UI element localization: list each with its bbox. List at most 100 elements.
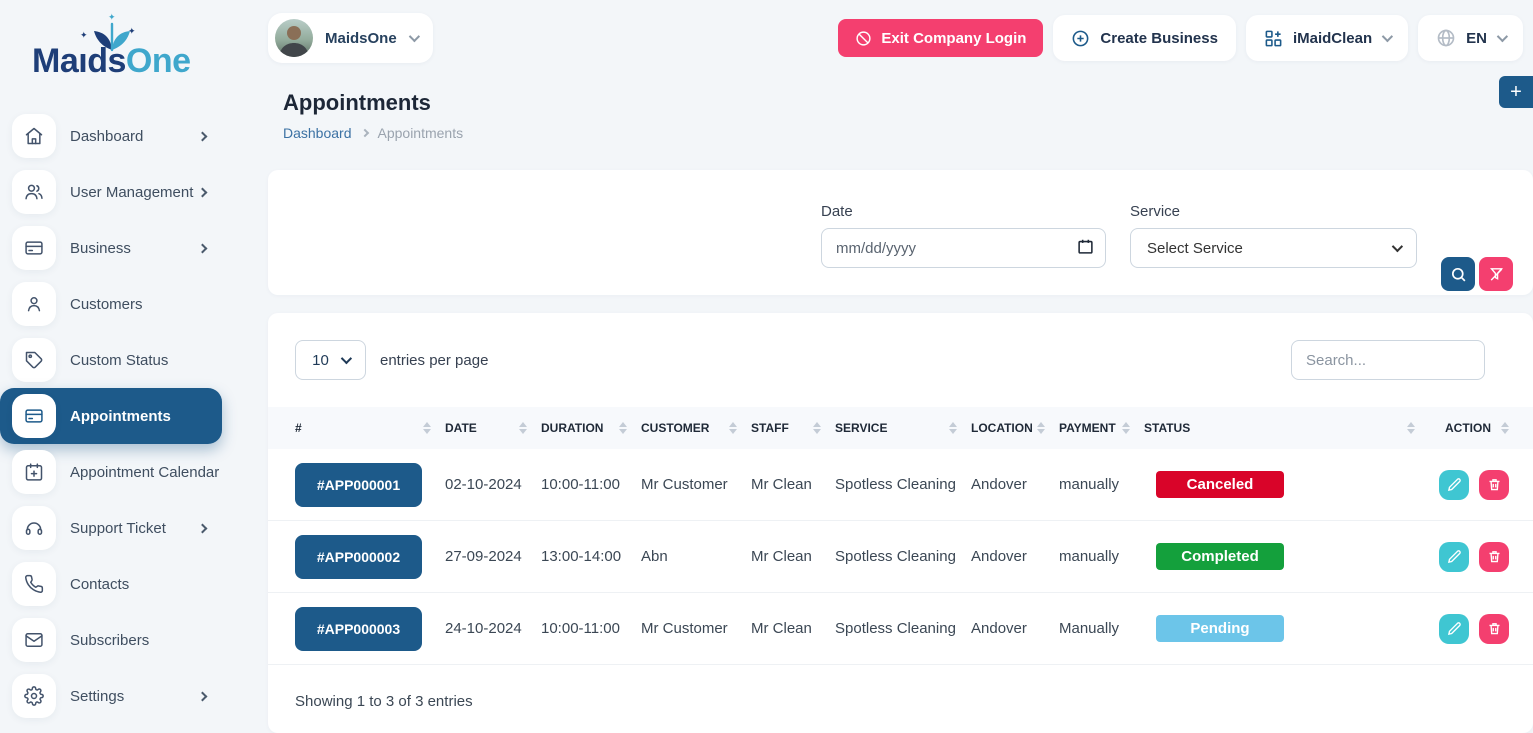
- column-header[interactable]: LOCATION: [971, 421, 1033, 435]
- sort-icon[interactable]: [619, 422, 627, 434]
- calendar-icon: [12, 450, 56, 494]
- cell-payment: manually: [1059, 548, 1144, 565]
- appointment-id-badge[interactable]: #APP000001: [295, 463, 422, 507]
- filter-panel: Date Service Select Service: [268, 170, 1533, 295]
- business-selector-menu[interactable]: iMaidClean: [1246, 15, 1408, 61]
- edit-button[interactable]: [1439, 614, 1469, 644]
- sidebar-item-appointment-calendar[interactable]: Appointment Calendar: [0, 444, 222, 500]
- gear-icon: [12, 674, 56, 718]
- trash-icon: [1487, 621, 1502, 636]
- exit-company-login-button[interactable]: Exit Company Login: [838, 19, 1043, 57]
- cell-payment: Manually: [1059, 620, 1144, 637]
- brand-logo[interactable]: MaıdsOne ✦ ✦ ✦: [0, 10, 255, 90]
- column-header[interactable]: #: [295, 421, 302, 435]
- delete-button[interactable]: [1479, 542, 1509, 572]
- sidebar-item-contacts[interactable]: Contacts: [0, 556, 222, 612]
- globe-icon: [1436, 28, 1456, 48]
- chevron-right-icon: [198, 243, 208, 253]
- entries-per-page-label: entries per page: [380, 352, 488, 369]
- sidebar-item-label: User Management: [70, 184, 193, 201]
- sort-icon[interactable]: [519, 422, 527, 434]
- edit-button[interactable]: [1439, 470, 1469, 500]
- create-business-button[interactable]: Create Business: [1053, 15, 1236, 61]
- status-badge: Pending: [1156, 615, 1284, 642]
- service-select[interactable]: Select Service: [1130, 228, 1417, 268]
- date-input[interactable]: [821, 228, 1106, 268]
- mail-icon: [12, 618, 56, 662]
- language-menu[interactable]: EN: [1418, 15, 1523, 61]
- sidebar-item-business[interactable]: Business: [0, 220, 222, 276]
- chevron-down-icon: [341, 353, 352, 364]
- breadcrumb: Dashboard Appointments: [283, 125, 1505, 141]
- chevron-right-icon: [198, 187, 208, 197]
- cell-date: 24-10-2024: [445, 620, 541, 637]
- sidebar-item-subscribers[interactable]: Subscribers: [0, 612, 222, 668]
- sort-icon[interactable]: [949, 422, 957, 434]
- sort-icon[interactable]: [813, 422, 821, 434]
- page-size-select[interactable]: 10: [295, 340, 366, 380]
- sort-icon[interactable]: [1407, 422, 1415, 434]
- sidebar-item-user-management[interactable]: User Management: [0, 164, 222, 220]
- sort-icon[interactable]: [1037, 422, 1045, 434]
- sidebar-item-label: Contacts: [70, 576, 129, 593]
- sidebar-item-dashboard[interactable]: Dashboard: [0, 108, 222, 164]
- sort-icon[interactable]: [423, 422, 431, 434]
- sidebar-item-settings[interactable]: Settings: [0, 668, 222, 724]
- trash-icon: [1487, 549, 1502, 564]
- appointment-id-badge[interactable]: #APP000002: [295, 535, 422, 579]
- app-root: MaıdsOne ✦ ✦ ✦ Dashboard User Management…: [0, 0, 1533, 733]
- user-photo-avatar: [275, 19, 313, 57]
- cell-payment: manually: [1059, 476, 1144, 493]
- column-header[interactable]: PAYMENT: [1059, 421, 1116, 435]
- ban-icon: [855, 30, 872, 47]
- cell-staff: Mr Clean: [751, 548, 835, 565]
- cell-date: 27-09-2024: [445, 548, 541, 565]
- chevron-right-icon: [198, 523, 208, 533]
- topbar: MaidsOne Exit Company Login Create Busin…: [255, 0, 1533, 76]
- sort-icon[interactable]: [729, 422, 737, 434]
- chevron-right-icon: [198, 691, 208, 701]
- sidebar-item-customers[interactable]: Customers: [0, 276, 222, 332]
- sidebar-item-label: Support Ticket: [70, 520, 166, 537]
- sidebar-item-custom-status[interactable]: Custom Status: [0, 332, 222, 388]
- service-label: Service: [1130, 203, 1417, 220]
- chevron-down-icon: [1497, 31, 1508, 42]
- filter-search-button[interactable]: [1441, 257, 1475, 291]
- column-header[interactable]: STATUS: [1144, 421, 1190, 435]
- user-menu[interactable]: MaidsOne: [268, 13, 433, 63]
- sidebar-nav: Dashboard User Management Business Custo…: [0, 108, 255, 724]
- cell-duration: 10:00-11:00: [541, 620, 641, 637]
- breadcrumb-dashboard-link[interactable]: Dashboard: [283, 125, 352, 141]
- sidebar-item-appointments[interactable]: Appointments: [0, 388, 222, 444]
- chevron-right-icon: [198, 131, 208, 141]
- pencil-icon: [1447, 477, 1462, 492]
- delete-button[interactable]: [1479, 470, 1509, 500]
- table-row: #APP000001 02-10-2024 10:00-11:00 Mr Cus…: [268, 449, 1533, 521]
- filter-clear-button[interactable]: [1479, 257, 1513, 291]
- sort-icon[interactable]: [1501, 422, 1509, 434]
- chevron-down-icon: [1382, 31, 1393, 42]
- table-search-input[interactable]: [1291, 340, 1485, 380]
- column-header[interactable]: SERVICE: [835, 421, 887, 435]
- sidebar-item-label: Dashboard: [70, 128, 143, 145]
- delete-button[interactable]: [1479, 614, 1509, 644]
- credit-card-icon: [12, 226, 56, 270]
- headset-icon: [12, 506, 56, 550]
- column-header[interactable]: DATE: [445, 421, 477, 435]
- column-header[interactable]: DURATION: [541, 421, 603, 435]
- column-header[interactable]: STAFF: [751, 421, 789, 435]
- table-row: #APP000003 24-10-2024 10:00-11:00 Mr Cus…: [268, 593, 1533, 665]
- calendar-icon[interactable]: [1077, 238, 1094, 255]
- cell-staff: Mr Clean: [751, 620, 835, 637]
- sidebar-item-label: Appointment Calendar: [70, 464, 219, 481]
- user-menu-label: MaidsOne: [325, 30, 397, 47]
- add-appointment-button[interactable]: +: [1499, 76, 1533, 108]
- column-header[interactable]: ACTION: [1445, 421, 1491, 435]
- edit-button[interactable]: [1439, 542, 1469, 572]
- sidebar: MaıdsOne ✦ ✦ ✦ Dashboard User Management…: [0, 0, 255, 733]
- sidebar-item-support-ticket[interactable]: Support Ticket: [0, 500, 222, 556]
- column-header[interactable]: CUSTOMER: [641, 421, 709, 435]
- cell-service: Spotless Cleaning: [835, 476, 971, 493]
- sort-icon[interactable]: [1122, 422, 1130, 434]
- appointment-id-badge[interactable]: #APP000003: [295, 607, 422, 651]
